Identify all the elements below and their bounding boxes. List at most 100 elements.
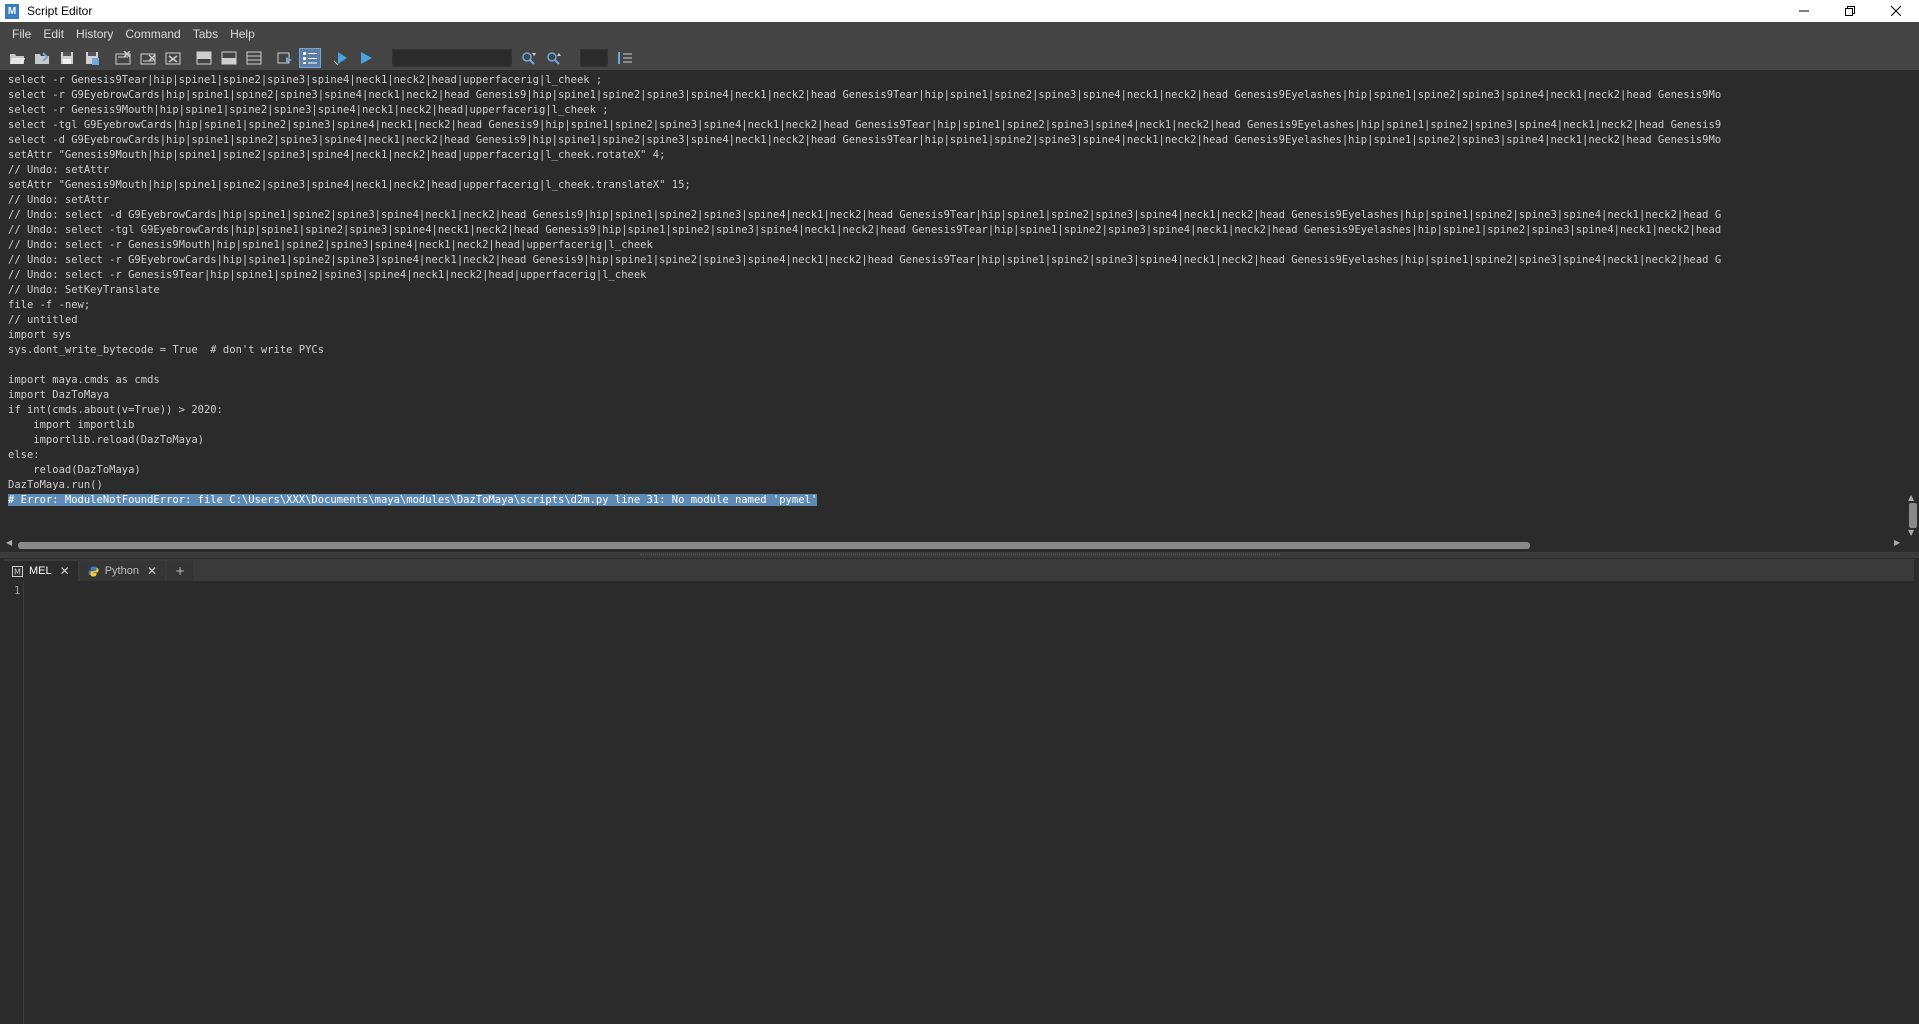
window-controls [1781, 0, 1919, 22]
tab-mel[interactable]: M MEL ✕ [4, 561, 78, 581]
history-line: if int(cmds.about(v=True)) > 2020: [8, 404, 223, 416]
goto-line-button[interactable] [614, 48, 636, 68]
execute-icon [361, 51, 372, 64]
execute-all-button[interactable] [330, 48, 352, 68]
menu-help[interactable]: Help [224, 27, 261, 41]
save-script-button[interactable] [56, 48, 78, 68]
show-line-numbers-button[interactable] [299, 47, 321, 68]
add-tab-button[interactable]: + [167, 561, 193, 581]
open-script-button[interactable] [6, 48, 28, 68]
scroll-left-icon[interactable]: ◀ [6, 538, 12, 547]
title-bar: M Script Editor [0, 0, 1919, 22]
echo-all-commands-button[interactable] [274, 48, 296, 68]
restore-icon [1845, 6, 1855, 16]
show-input-icon [221, 51, 237, 64]
history-line: // Undo: SetKeyTranslate [8, 284, 160, 296]
goto-line-input[interactable] [580, 48, 608, 67]
history-line: sys.dont_write_bytecode = True # don't w… [8, 344, 325, 356]
history-line: // Undo: select -r G9EyebrowCards|hip|sp… [8, 254, 1722, 266]
script-tab-bar: M MEL ✕ Python ✕ + [4, 559, 1914, 581]
search-down-icon [522, 51, 536, 65]
line-number-gutter: 1 [4, 581, 24, 1024]
vertical-scroll-thumb[interactable] [1909, 503, 1917, 528]
history-line: importlib.reload(DazToMaya) [8, 434, 204, 446]
horizontal-scroll-thumb[interactable] [18, 542, 1530, 549]
menu-tabs[interactable]: Tabs [187, 27, 224, 41]
script-input-editor[interactable]: 1 [4, 581, 1914, 1024]
script-editor-window: M Script Editor File Edit History Comman… [0, 0, 1919, 1024]
scroll-up-icon[interactable]: ▲ [1908, 493, 1914, 502]
tab-python[interactable]: Python ✕ [79, 561, 165, 581]
goto-line-icon [618, 51, 632, 64]
history-horizontal-scrollbar[interactable]: ◀ ▶ [4, 538, 1906, 552]
toolbar [0, 45, 1919, 70]
history-vertical-scrollbar[interactable]: ▲ ▼ [1906, 73, 1919, 538]
save-to-shelf-button[interactable] [81, 48, 103, 68]
python-icon [88, 566, 99, 577]
clear-input-icon [140, 53, 156, 64]
history-line [4, 358, 1906, 373]
show-history-button[interactable] [193, 48, 215, 68]
history-line: import sys [8, 329, 72, 341]
window-title: Script Editor [27, 4, 93, 18]
close-tab-icon[interactable]: ✕ [60, 564, 70, 578]
svg-text:M: M [14, 567, 21, 576]
clear-history-icon [115, 50, 131, 64]
restore-button[interactable] [1827, 0, 1873, 22]
execute-all-icon [333, 51, 347, 65]
history-line: // untitled [8, 314, 78, 326]
history-line: select -tgl G9EyebrowCards|hip|spine1|sp… [8, 119, 1722, 131]
clear-input-button[interactable] [137, 48, 159, 68]
history-output-pane[interactable]: select -r Genesis9Tear|hip|spine1|spine2… [4, 73, 1906, 538]
close-icon [1891, 6, 1901, 16]
tab-label: MEL [29, 565, 52, 577]
history-line: // Undo: select -r Genesis9Mouth|hip|spi… [8, 239, 653, 251]
search-input[interactable] [392, 48, 512, 67]
show-input-button[interactable] [218, 48, 240, 68]
history-line: DazToMaya.run() [8, 479, 103, 491]
save-to-shelf-icon [86, 51, 99, 65]
history-line: // Undo: select -tgl G9EyebrowCards|hip|… [8, 224, 1722, 236]
line-number: 1 [14, 585, 21, 597]
tab-label: Python [104, 565, 139, 577]
execute-button[interactable] [355, 48, 377, 68]
history-line: // Undo: setAttr [8, 194, 110, 206]
search-up-button[interactable] [543, 48, 565, 68]
history-line: reload(DazToMaya) [8, 464, 141, 476]
history-line: setAttr "Genesis9Mouth|hip|spine1|spine2… [8, 149, 666, 161]
menu-file[interactable]: File [6, 27, 37, 41]
search-down-button[interactable] [518, 48, 540, 68]
source-script-button[interactable] [31, 48, 53, 68]
history-line: select -r Genesis9Tear|hip|spine1|spine2… [8, 74, 603, 86]
show-both-icon [246, 51, 262, 64]
clear-all-button[interactable] [162, 48, 184, 68]
menu-history[interactable]: History [70, 27, 119, 41]
history-line: import importlib [8, 419, 135, 431]
maya-icon: M [5, 3, 19, 19]
menu-command[interactable]: Command [119, 27, 186, 41]
menu-bar: File Edit History Command Tabs Help [0, 22, 1919, 45]
minimize-button[interactable] [1781, 0, 1827, 22]
mel-icon: M [12, 565, 23, 577]
error-text: # Error: ModuleNotFoundError: file C:\Us… [8, 494, 818, 506]
menu-edit[interactable]: Edit [37, 27, 70, 41]
close-button[interactable] [1873, 0, 1919, 22]
scroll-down-icon[interactable]: ▼ [1908, 528, 1914, 537]
close-tab-icon[interactable]: ✕ [147, 564, 157, 578]
history-line: select -r Genesis9Mouth|hip|spine1|spine… [8, 104, 609, 116]
source-script-icon [35, 51, 49, 64]
history-line: select -d G9EyebrowCards|hip|spine1|spin… [8, 134, 1722, 146]
history-line: else: [8, 449, 40, 461]
search-up-icon [547, 51, 561, 65]
show-both-button[interactable] [243, 48, 265, 68]
echo-all-commands-icon [277, 52, 292, 63]
history-line: import maya.cmds as cmds [8, 374, 160, 386]
pane-splitter[interactable] [0, 552, 1919, 558]
scroll-right-icon[interactable]: ▶ [1894, 538, 1900, 547]
show-line-numbers-icon [303, 51, 317, 64]
history-line: // Undo: select -d G9EyebrowCards|hip|sp… [8, 209, 1722, 221]
error-line: # Error: ModuleNotFoundError: file C:\Us… [4, 493, 1906, 508]
clear-history-button[interactable] [112, 48, 134, 68]
history-line: select -r G9EyebrowCards|hip|spine1|spin… [8, 89, 1722, 101]
show-history-icon [196, 51, 212, 64]
